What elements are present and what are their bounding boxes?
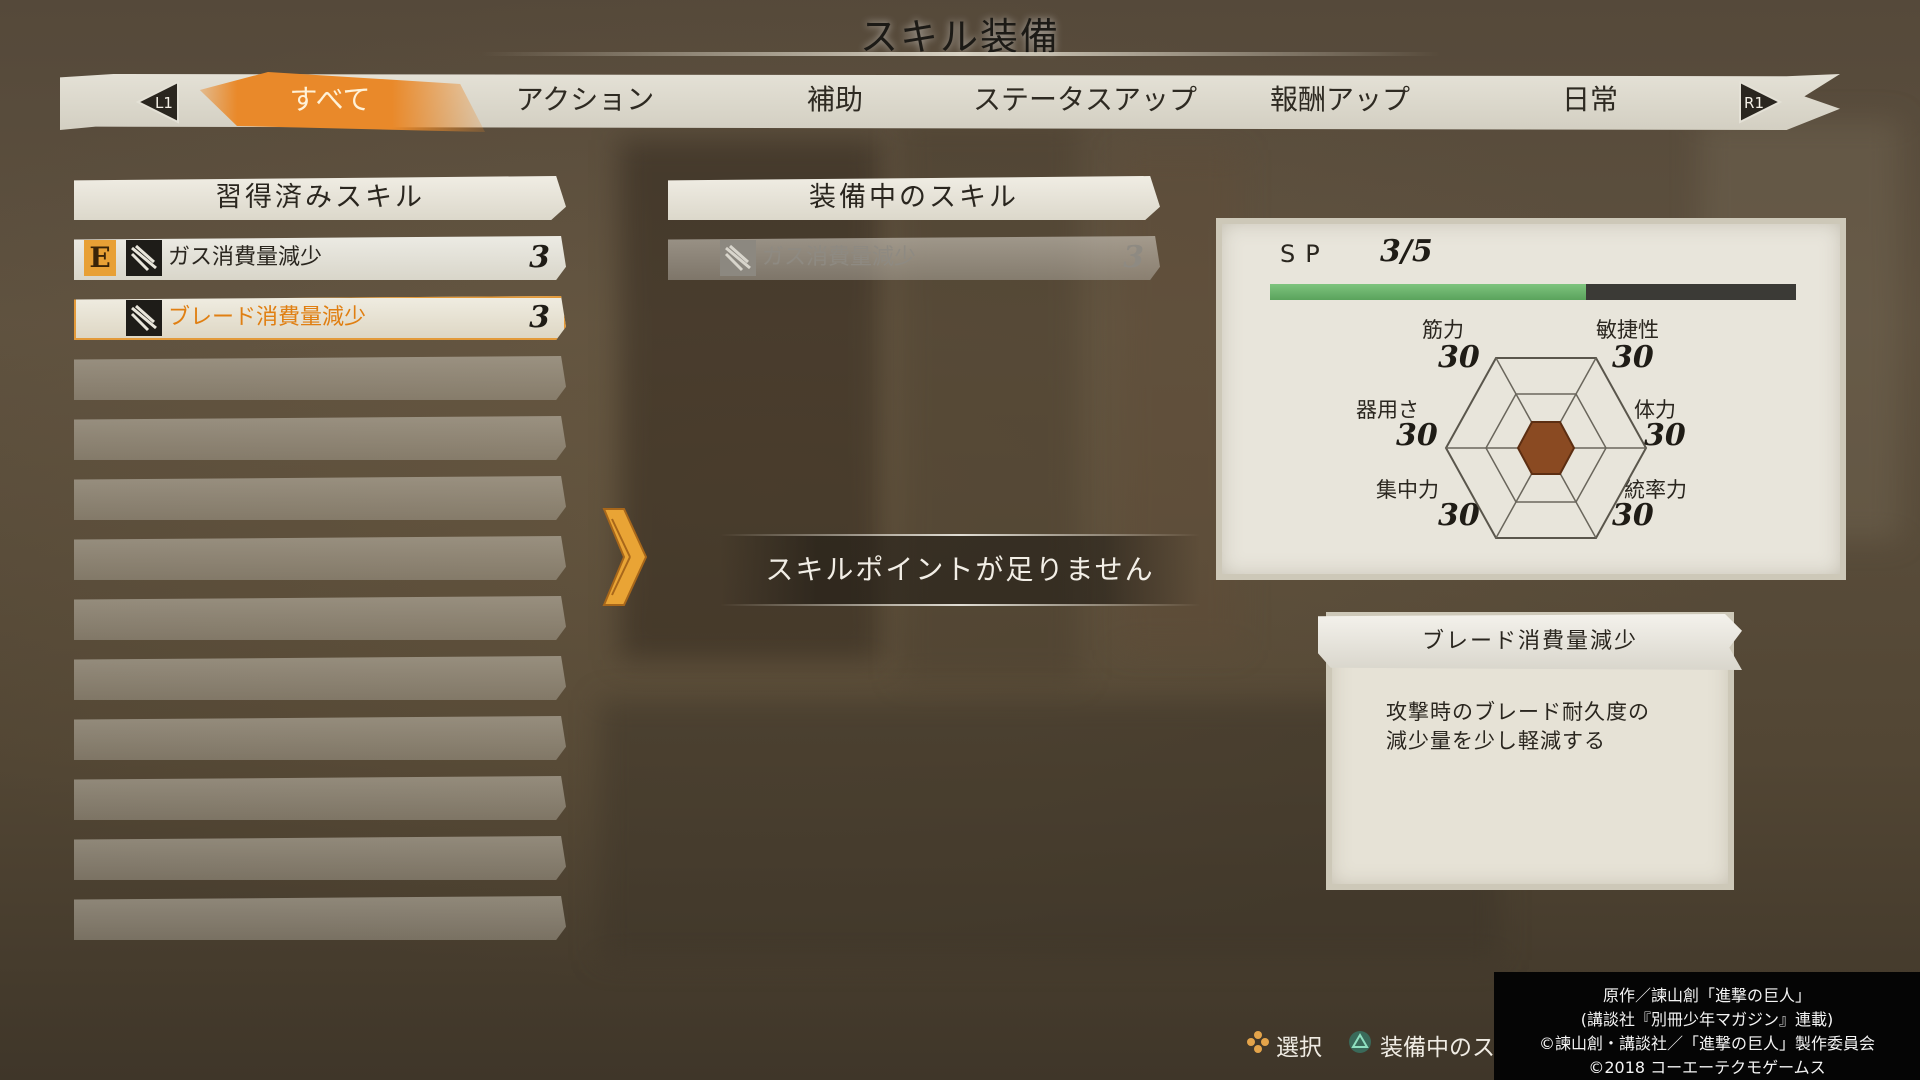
tab-reward-up[interactable]: 報酬アップ [1245,80,1435,120]
empty-skill-slot[interactable] [74,836,566,880]
learned-skill-row-selected[interactable]: ブレード消費量減少 3 [74,296,566,340]
empty-skill-slot[interactable] [74,776,566,820]
tab-all[interactable]: すべて [250,80,410,120]
sp-label: SP [1280,240,1330,268]
empty-skill-slot[interactable] [74,536,566,580]
description-line: 攻撃時のブレード耐久度の [1386,700,1650,724]
gas-skill-icon [720,240,756,276]
skill-name: ガス消費量減少 [168,245,323,270]
sp-bar [1270,284,1796,300]
copyright-line: ©2018 コーエーテクモゲームス [1588,1058,1826,1077]
empty-skill-slot[interactable] [74,416,566,460]
dexterity-value: 30 [1396,418,1438,453]
copyright-box: 原作／諫山創「進撃の巨人」 (講談社『別冊少年マガジン』連載) ©諫山創・講談社… [1494,972,1920,1080]
stats-panel: SP 3/5 筋力 30 敏捷性 30 器用さ 30 体力 30 集中力 30 … [1216,218,1846,580]
empty-skill-slot[interactable] [74,356,566,400]
copyright-line: ©諫山創・講談社／「進撃の巨人」製作委員会 [1538,1034,1875,1053]
skill-name: ガス消費量減少 [762,245,917,270]
description-line: 減少量を少し軽減する [1386,729,1606,753]
equipped-skills-header: 装備中のスキル [668,176,1160,220]
title-underline [480,52,1440,56]
focus-label: 集中力 [1376,478,1439,502]
equipped-hint: 装備中のス [1380,1035,1495,1061]
description-title: ブレード消費量減少 [1318,614,1742,670]
description-text: 攻撃時のブレード耐久度の 減少量を少し軽減する [1386,698,1706,756]
empty-skill-slot[interactable] [74,896,566,940]
tab-action[interactable]: アクション [490,80,680,120]
empty-skill-slot[interactable] [74,596,566,640]
r1-button-icon[interactable]: R1 [1736,78,1784,126]
l1-button-icon[interactable]: L1 [134,78,182,126]
tab-daily[interactable]: 日常 [1510,80,1670,120]
tab-support[interactable]: 補助 [760,80,910,120]
select-hint: 選択 [1276,1035,1322,1061]
skill-cost: 3 [529,240,550,275]
skill-cost: 3 [1123,240,1144,275]
r1-label: R1 [1744,94,1764,112]
skill-name: ブレード消費量減少 [168,305,367,330]
tab-status-up[interactable]: ステータスアップ [965,80,1205,120]
learned-skills-header: 習得済みスキル [74,176,566,220]
transfer-arrow-icon [602,508,648,606]
gas-skill-icon [126,240,162,276]
triangle-button-icon [1349,1031,1371,1053]
dpad-icon [1247,1031,1269,1053]
sp-bar-fill [1270,284,1586,300]
message-bottom-line [720,604,1200,606]
equipped-badge: E [84,240,116,276]
copyright-line: 原作／諫山創「進撃の巨人」 [1602,986,1811,1005]
equipped-skill-row[interactable]: ガス消費量減少 3 [668,236,1160,280]
skill-cost: 3 [529,300,550,335]
insufficient-sp-message: スキルポイントが足りません [720,536,1200,604]
copyright-line: (講談社『別冊少年マガジン』連載) [1580,1010,1834,1029]
empty-skill-slot[interactable] [74,476,566,520]
empty-skill-slot[interactable] [74,656,566,700]
sp-value: 3/5 [1380,234,1433,269]
l1-label: L1 [155,94,173,112]
learned-skill-row[interactable]: E ガス消費量減少 3 [74,236,566,280]
empty-skill-slot[interactable] [74,716,566,760]
stat-radar-chart [1444,357,1648,539]
blade-skill-icon [126,300,162,336]
